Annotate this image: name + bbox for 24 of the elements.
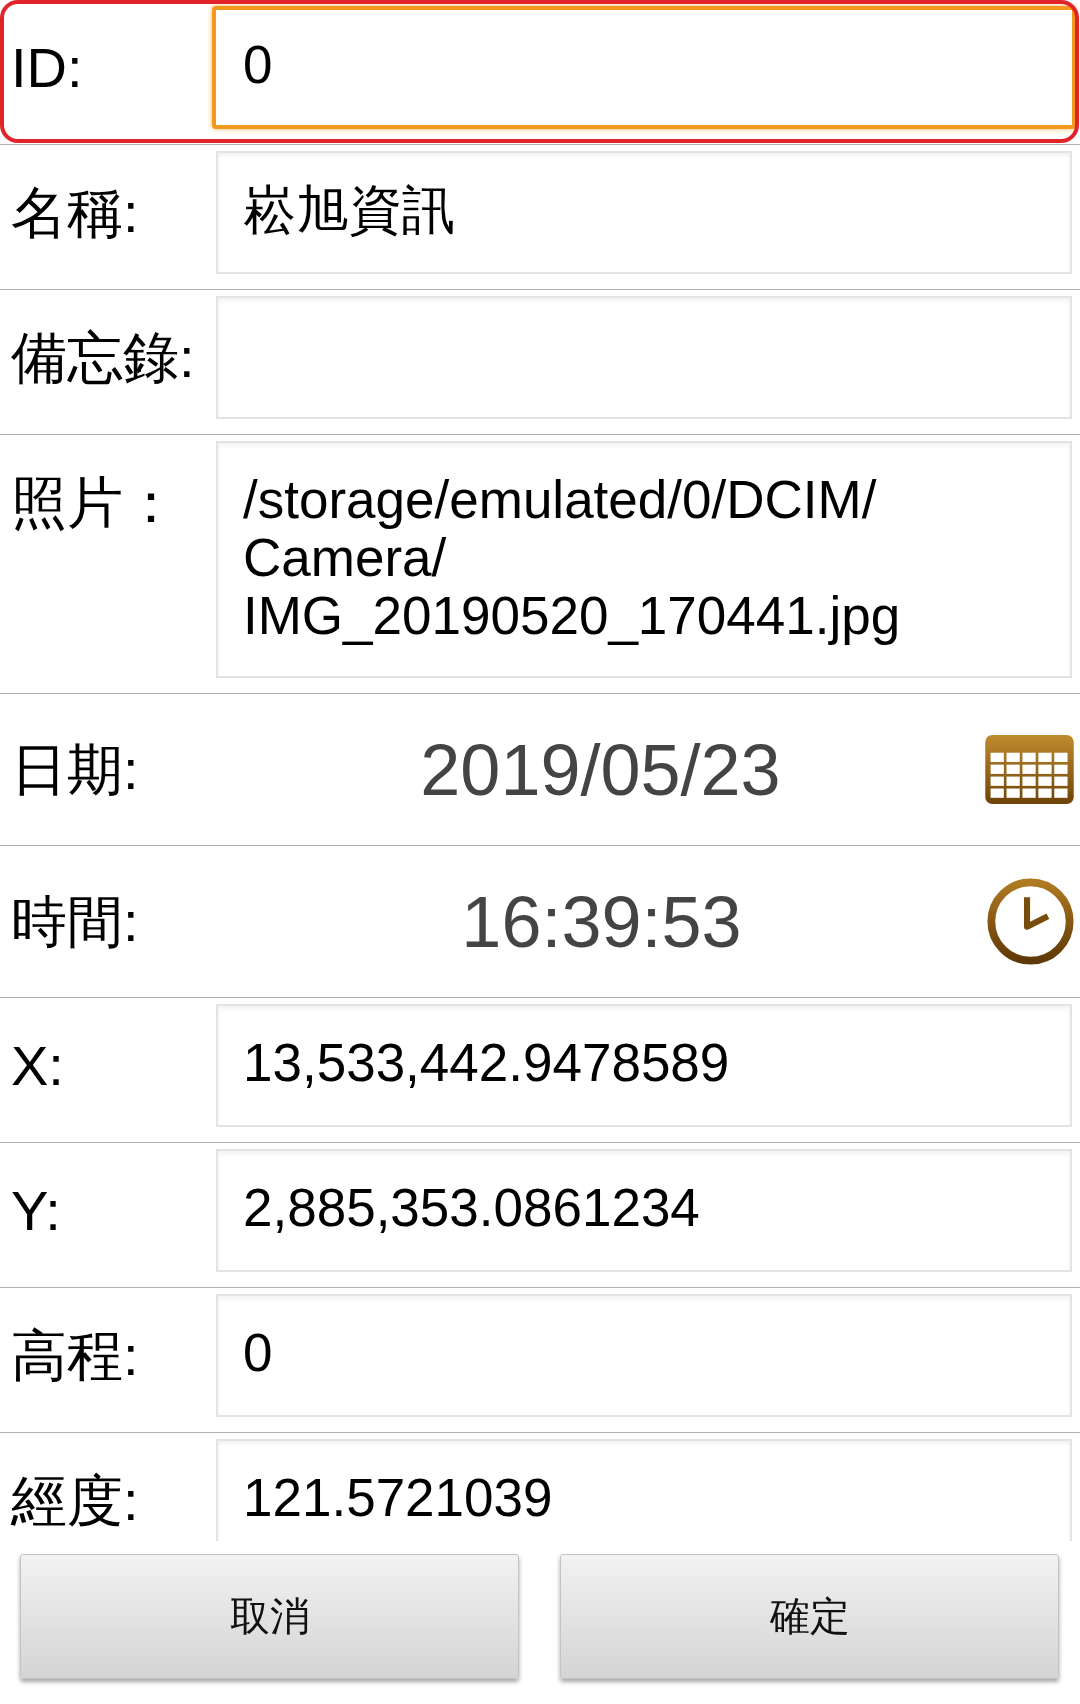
clock-icon[interactable] [987,878,1074,965]
text-field[interactable]: 13,533,442.9478589 [216,1004,1072,1127]
confirm-button[interactable]: 確定 [560,1554,1059,1679]
time-value[interactable]: 16:39:53 [461,879,742,964]
text-field[interactable]: /storage/emulated/0/DCIM/Camera/IMG_20190520_170441.jpg [216,441,1072,678]
field-label: 名稱: [11,181,139,244]
text-field[interactable]: 崧旭資訊 [216,151,1072,274]
field-label: ID: [11,36,83,99]
field-label: 經度: [11,1469,139,1532]
text-field[interactable] [216,296,1072,419]
calendar-icon[interactable] [985,735,1074,804]
field-label: 備忘錄: [11,326,195,389]
date-value[interactable]: 2019/05/23 [420,727,781,812]
field-label: 日期: [11,738,139,801]
field-label: 時間: [11,890,139,953]
text-field[interactable]: 0 [212,6,1076,129]
cancel-button[interactable]: 取消 [20,1554,519,1679]
text-field[interactable]: 2,885,353.0861234 [216,1149,1072,1272]
field-label: X: [11,1034,64,1097]
field-label: 照片： [11,471,179,534]
field-label: Y: [11,1179,61,1242]
text-field[interactable]: 0 [216,1294,1072,1417]
field-label: 高程: [11,1324,139,1387]
text-field[interactable]: 121.5721039 [216,1439,1072,1541]
